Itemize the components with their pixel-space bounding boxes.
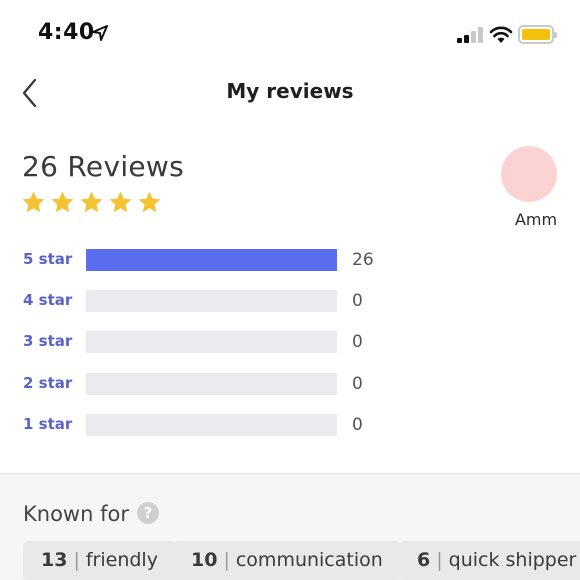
tag-chip-quick-shipper[interactable]: 6 | quick shipper — [399, 541, 580, 580]
rating-label: 2 star — [23, 374, 73, 392]
rating-label: 3 star — [23, 332, 73, 350]
rating-row-2[interactable]: 2 star 0 — [0, 372, 580, 396]
star-icon — [109, 191, 132, 213]
reviews-count: 26 Reviews — [22, 150, 185, 183]
status-time: 4:40 — [38, 20, 95, 45]
rating-row-4[interactable]: 4 star 0 — [0, 289, 580, 313]
tag-chip-friendly[interactable]: 13 | friendly — [23, 541, 176, 580]
page-title: My reviews — [226, 79, 354, 103]
tag-label: communication — [235, 549, 383, 571]
star-icon — [80, 191, 103, 213]
rating-count: 0 — [352, 415, 363, 435]
rating-bar-track — [86, 373, 337, 395]
rating-count: 0 — [352, 374, 363, 394]
tag-label: friendly — [85, 549, 158, 571]
rating-count: 26 — [352, 250, 374, 270]
rating-label: 1 star — [23, 415, 73, 433]
tag-count: 10 — [191, 549, 218, 571]
rating-count: 0 — [352, 291, 363, 311]
tag-separator: | — [436, 549, 443, 571]
rating-bar-track — [86, 331, 337, 353]
status-bar: 4:40 — [0, 0, 580, 70]
star-icon — [51, 191, 74, 213]
rating-count: 0 — [352, 332, 363, 352]
rating-row-3[interactable]: 3 star 0 — [0, 330, 580, 354]
battery-icon — [518, 25, 557, 44]
rating-row-5[interactable]: 5 star 26 — [0, 248, 580, 272]
star-icon — [138, 191, 161, 213]
tag-separator: | — [223, 549, 230, 571]
rating-row-1[interactable]: 1 star 0 — [0, 413, 580, 437]
known-for-section: Known for ? 13 | friendly 10 | communication… — [0, 474, 580, 580]
known-for-title: Known for — [23, 502, 129, 526]
cellular-signal-icon — [457, 27, 485, 43]
tag-separator: | — [73, 549, 80, 571]
tag-chip-communication[interactable]: 10 | communication — [173, 541, 401, 580]
tag-count: 13 — [41, 549, 68, 571]
nav-bar: My reviews — [0, 70, 580, 116]
rating-bar-track — [86, 290, 337, 312]
tag-label: quick shipper — [448, 549, 577, 571]
question-mark-icon[interactable]: ? — [137, 502, 159, 524]
rating-bar-track — [86, 414, 337, 436]
star-rating — [21, 190, 162, 216]
star-icon — [22, 191, 45, 213]
avatar[interactable] — [501, 146, 557, 202]
rating-label: 4 star — [23, 291, 73, 309]
battery-level — [522, 29, 550, 40]
profile-name: Amm — [514, 210, 558, 229]
tag-count: 6 — [417, 549, 431, 571]
rating-bar-track — [86, 249, 337, 271]
rating-bar-fill — [86, 249, 337, 271]
location-arrow-icon — [92, 25, 108, 41]
rating-label: 5 star — [23, 250, 73, 268]
wifi-icon — [489, 26, 513, 43]
